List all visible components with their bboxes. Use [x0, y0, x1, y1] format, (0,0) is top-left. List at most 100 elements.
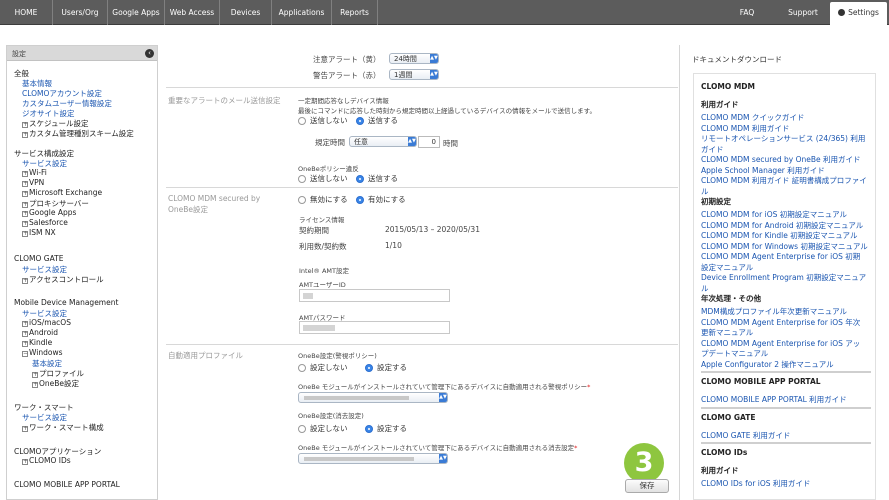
select-arrow-icon: ▲▼	[439, 393, 447, 402]
onebe-radio-no-send[interactable]: 送信しない	[298, 173, 348, 184]
regular-time-label: 規定時間	[315, 138, 345, 147]
radio-no-send[interactable]: 送信しない	[298, 115, 348, 126]
expand-icon[interactable]: +	[22, 231, 28, 237]
download-link[interactable]: Apple School Manager 利用ガイド	[701, 165, 825, 176]
erase-radio-no-set[interactable]: 設定しない	[298, 423, 348, 434]
download-link[interactable]: CLOMO MOBILE APP PORTAL 利用ガイド	[701, 394, 847, 405]
expand-icon[interactable]: +	[22, 426, 28, 432]
expand-icon[interactable]: +	[22, 181, 28, 187]
alert-red-value: 1週間	[394, 71, 413, 79]
radio-disable[interactable]: 無効にする	[298, 194, 348, 205]
expand-icon[interactable]: +	[32, 382, 38, 388]
save-button[interactable]: 保存	[625, 479, 669, 493]
sidebar-item-label: Microsoft Exchange	[29, 188, 103, 197]
expand-icon[interactable]: +	[22, 211, 28, 217]
collapse-sidebar-icon[interactable]: ‹	[145, 49, 154, 58]
sidebar-item[interactable]: +ISM NX	[22, 228, 56, 237]
radio-send[interactable]: 送信する	[356, 115, 398, 126]
alert-red-select[interactable]: 1週間 ▲▼	[389, 69, 439, 80]
policy-radio-set[interactable]: 設定する	[365, 362, 407, 373]
expand-icon[interactable]: +	[22, 321, 28, 327]
expand-icon[interactable]: +	[22, 278, 28, 284]
erase-radio-set[interactable]: 設定する	[365, 423, 407, 434]
download-link[interactable]: CLOMO MDM for iOS 初期設定マニュアル	[701, 209, 847, 220]
download-link[interactable]: MDM構成プロファイル年次更新マニュアル	[701, 306, 847, 317]
download-link[interactable]: CLOMO MDM for Android 初期設定マニュアル	[701, 220, 863, 231]
sidebar-item[interactable]: +Kindle	[22, 338, 52, 347]
regular-time-select[interactable]: 任意 ▲▼	[349, 136, 417, 147]
sidebar-item[interactable]: +iOS/macOS	[22, 318, 71, 327]
sidebar-item[interactable]: +OneBe設定	[32, 378, 79, 389]
download-link[interactable]: ル	[701, 283, 709, 294]
sidebar-item[interactable]: +CLOMO IDs	[22, 456, 71, 465]
download-link[interactable]: 更新マニュアル	[701, 327, 753, 338]
expand-icon[interactable]: +	[22, 221, 28, 227]
collapse-icon[interactable]: −	[22, 351, 28, 357]
sidebar-item[interactable]: +アクセスコントロール	[22, 274, 104, 285]
download-link[interactable]: CLOMO IDs for iOS 利用ガイド	[701, 478, 810, 489]
amt-password-input[interactable]	[299, 321, 450, 334]
download-link[interactable]: CLOMO MDM 利用ガイド	[701, 123, 789, 134]
download-link[interactable]: プデートマニュアル	[701, 348, 768, 359]
nav-reports[interactable]: Reports	[332, 0, 378, 25]
download-link[interactable]: CLOMO GATE 利用ガイド	[701, 430, 790, 441]
download-subheading: 利用ガイド	[701, 100, 739, 109]
download-link[interactable]: CLOMO MDM for Kindle 初期設定マニュアル	[701, 230, 857, 241]
regular-time-input[interactable]: 0	[418, 136, 440, 148]
download-link[interactable]: ル	[701, 186, 709, 197]
onebe-policy-label: OneBeポリシー違反	[298, 165, 359, 173]
download-link[interactable]: CLOMO MDM 利用ガイド 証明書構成プロファイ	[701, 175, 867, 186]
sidebar-item[interactable]: +Android	[22, 328, 58, 337]
download-link[interactable]: Apple Configurator 2 操作マニュアル	[701, 359, 834, 370]
expand-icon[interactable]: +	[22, 171, 28, 177]
amt-settings-label: Intel® AMT設定	[299, 267, 349, 275]
alert-yellow-value: 24時間	[394, 55, 417, 63]
download-link[interactable]: CLOMO MDM Agent Enterprise for iOS 初期	[701, 251, 860, 262]
expand-icon[interactable]: +	[22, 459, 28, 465]
nav-home[interactable]: HOME	[0, 0, 53, 25]
sidebar-item[interactable]: +VPN	[22, 178, 44, 187]
nav-faq[interactable]: FAQ	[729, 0, 765, 25]
sidebar-title: 設定	[12, 50, 26, 58]
expand-icon[interactable]: +	[22, 132, 28, 138]
nav-google-apps[interactable]: Google Apps	[108, 0, 165, 25]
policy-select[interactable]: ▲▼	[298, 392, 448, 403]
radio-enable[interactable]: 有効にする	[356, 194, 406, 205]
download-link[interactable]: 設定マニュアル	[701, 262, 753, 273]
nav-settings-tab[interactable]: Settings	[830, 2, 887, 25]
policy-radio-no-set[interactable]: 設定しない	[298, 362, 348, 373]
download-link[interactable]: CLOMO MDM クイックガイド	[701, 112, 804, 123]
onebe-radio-send[interactable]: 送信する	[356, 173, 398, 184]
nav-support[interactable]: Support	[781, 0, 825, 25]
sidebar-item[interactable]: +ワーク・スマート構成	[22, 422, 104, 433]
sidebar-item[interactable]: +Wi-Fi	[22, 168, 47, 177]
sidebar-item[interactable]: +Salesforce	[22, 218, 68, 227]
radio-on-icon	[365, 363, 373, 372]
hours-unit: 時間	[443, 139, 458, 148]
sidebar-item[interactable]: +カスタム管理種別スキーム設定	[22, 128, 134, 139]
download-link[interactable]: リモートオペレーションサービス (24/365) 利用	[701, 133, 865, 144]
expand-icon[interactable]: +	[22, 341, 28, 347]
sidebar-item[interactable]: −Windows	[22, 348, 62, 357]
download-link[interactable]: CLOMO MDM Agent Enterprise for iOS アッ	[701, 338, 860, 349]
alert-yellow-select[interactable]: 24時間 ▲▼	[389, 53, 439, 64]
nav-devices[interactable]: Devices	[220, 0, 272, 25]
download-link[interactable]: ガイド	[701, 144, 724, 155]
masked-value	[303, 325, 335, 331]
download-link[interactable]: CLOMO MDM secured by OneBe 利用ガイド	[701, 154, 861, 165]
erase-select[interactable]: ▲▼	[298, 453, 448, 464]
nav-applications[interactable]: Applications	[272, 0, 332, 25]
download-link[interactable]: CLOMO MDM for Windows 初期設定マニュアル	[701, 241, 868, 252]
mail-description: 最後にコマンドに応答した時刻から規定時間以上経過しているデバイスの情報をメールで…	[298, 107, 596, 115]
sidebar-item[interactable]: +Microsoft Exchange	[22, 188, 102, 197]
radio-send-label: 送信する	[368, 116, 398, 125]
nav-web-access[interactable]: Web Access	[165, 0, 220, 25]
amt-user-input[interactable]	[299, 289, 450, 302]
download-link[interactable]: CLOMO MDM Agent Enterprise for iOS 年次	[701, 317, 860, 328]
expand-icon[interactable]: +	[22, 331, 28, 337]
divider	[166, 87, 678, 88]
nav-users-org[interactable]: Users/Org	[53, 0, 108, 25]
expand-icon[interactable]: +	[22, 191, 28, 197]
download-link[interactable]: Device Enrollment Program 初期設定マニュア	[701, 272, 866, 283]
sidebar-item[interactable]: +Google Apps	[22, 208, 76, 217]
